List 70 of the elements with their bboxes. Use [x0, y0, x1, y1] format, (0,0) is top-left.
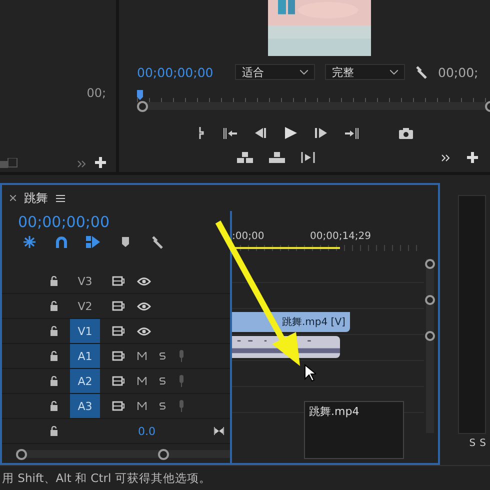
solo-button[interactable]: S	[469, 438, 476, 449]
zoom-dropdown[interactable]: 适合	[235, 64, 315, 80]
track-target[interactable]: A3	[70, 394, 100, 418]
duration-timecode: 00;00;	[438, 64, 478, 80]
playhead[interactable]	[137, 90, 143, 100]
horizontal-scrollbar[interactable]	[16, 450, 230, 458]
mute-icon[interactable]	[137, 377, 147, 385]
sync-lock-icon[interactable]	[112, 351, 125, 361]
chevron-down-icon	[390, 70, 398, 74]
video-clip[interactable]: 跳舞.mp4 [V]	[232, 312, 350, 332]
mark-in-icon[interactable]	[199, 127, 205, 139]
tooltip-title: 跳舞.mp4	[309, 405, 360, 418]
lock-icon[interactable]	[50, 326, 58, 336]
sync-lock-icon[interactable]	[112, 326, 125, 336]
go-to-out-icon[interactable]	[345, 128, 359, 138]
mute-icon[interactable]	[137, 352, 147, 360]
sync-lock-icon[interactable]	[112, 376, 125, 386]
master-volume[interactable]: 0.0	[138, 424, 156, 438]
magnet-icon[interactable]	[54, 235, 69, 249]
zoom-scrollbar[interactable]	[137, 102, 490, 110]
ruler-label: :00;00	[232, 231, 264, 242]
camera-icon[interactable]	[399, 128, 413, 138]
chevron-down-icon	[300, 70, 308, 74]
go-to-in-icon[interactable]	[223, 128, 237, 138]
menu-icon[interactable]	[56, 194, 65, 202]
track-target[interactable]: V2	[70, 294, 100, 318]
track-target[interactable]: V3	[70, 269, 100, 293]
extract-icon[interactable]	[269, 152, 285, 163]
lock-icon[interactable]	[50, 376, 58, 386]
lock-icon[interactable]	[50, 276, 58, 286]
lock-icon[interactable]	[50, 401, 58, 411]
sequence-tab[interactable]: 跳舞	[24, 190, 48, 206]
eye-icon[interactable]	[137, 302, 151, 310]
vertical-scrollbar[interactable]	[426, 259, 434, 433]
status-text: 用 Shift、Alt 和 Ctrl 可获得其他选项。	[2, 470, 211, 486]
collapse-icon[interactable]	[214, 427, 224, 435]
track-target[interactable]: A2	[70, 369, 100, 393]
lock-icon[interactable]	[50, 351, 58, 361]
trim-icon[interactable]	[301, 152, 315, 163]
nest-icon[interactable]	[22, 235, 37, 249]
lift-icon[interactable]	[237, 152, 253, 163]
close-icon[interactable]	[10, 195, 16, 201]
playhead-timecode[interactable]: 00;00;00;00	[137, 64, 225, 80]
sync-lock-icon[interactable]	[112, 301, 125, 311]
mute-icon[interactable]	[137, 402, 147, 410]
step-forward-icon[interactable]	[315, 128, 327, 138]
eye-icon[interactable]	[137, 326, 151, 336]
plus-icon[interactable]	[467, 152, 478, 163]
solo-icon[interactable]	[159, 402, 166, 410]
ruler-label: 00;00;14;29	[310, 231, 372, 242]
timecode: 00;	[86, 86, 106, 100]
sync-lock-icon[interactable]	[112, 276, 125, 286]
track-target[interactable]: A1	[70, 344, 100, 368]
plus-icon[interactable]	[95, 157, 106, 168]
lock-icon[interactable]	[50, 301, 58, 311]
linked-selection-icon[interactable]	[86, 235, 101, 249]
wrench-icon[interactable]	[150, 235, 165, 249]
lock-icon[interactable]	[50, 426, 58, 436]
solo-icon[interactable]	[159, 352, 166, 360]
quality-dropdown[interactable]: 完整	[325, 64, 405, 80]
cursor-icon	[304, 364, 316, 382]
solo-icon[interactable]	[159, 377, 166, 385]
solo-button[interactable]: S	[480, 438, 486, 449]
wrench-icon[interactable]	[415, 66, 428, 78]
track-target[interactable]: V1	[70, 319, 100, 343]
play-icon[interactable]	[285, 127, 297, 139]
sync-lock-icon[interactable]	[112, 401, 125, 411]
sequence-timecode[interactable]: 00;00;00;00	[2, 213, 230, 231]
step-back-icon[interactable]	[255, 128, 267, 138]
eye-icon[interactable]	[137, 276, 151, 286]
